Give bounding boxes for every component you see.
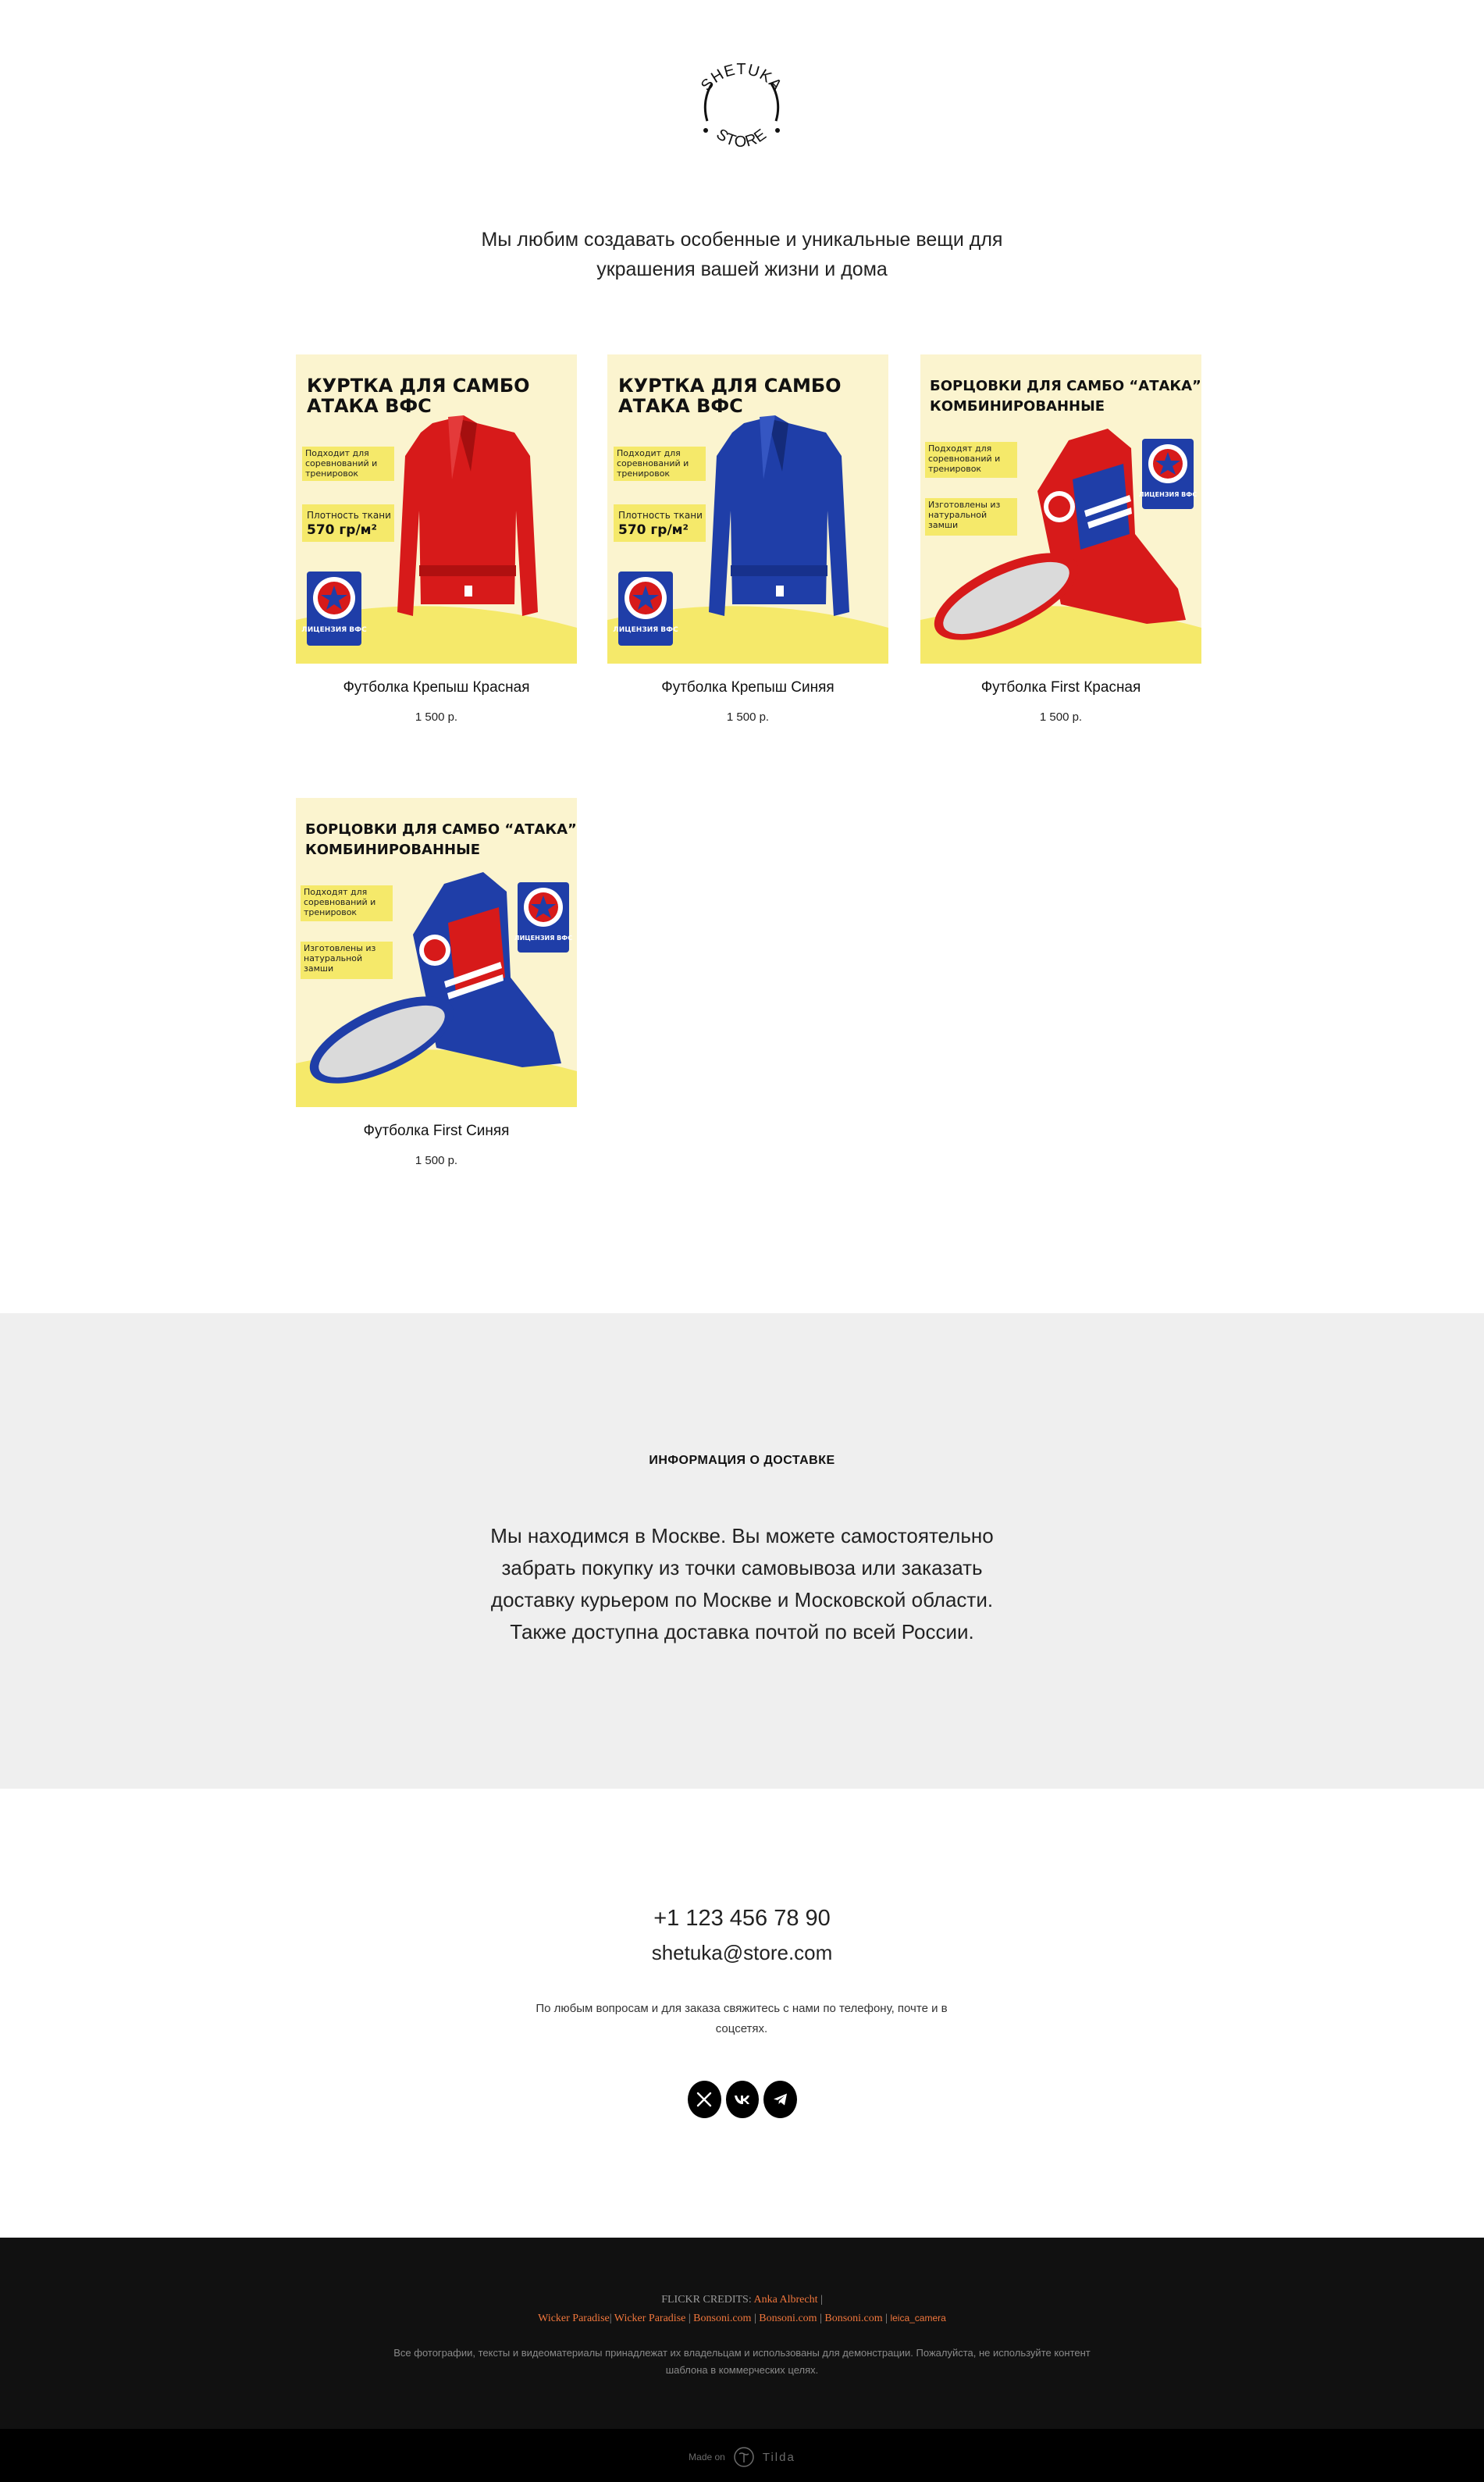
credit-link[interactable]: Bonsoni.com xyxy=(759,2313,817,2324)
credit-link[interactable]: Bonsoni.com xyxy=(824,2313,882,2324)
delivery-heading: ИНФОРМАЦИЯ О ДОСТАВКЕ xyxy=(649,1454,835,1467)
credit-link[interactable]: Wicker Paradise xyxy=(538,2313,610,2324)
product-image[interactable]: БОРЦОВКИ ДЛЯ САМБО “АТАКА” КОМБИНИРОВАНН… xyxy=(920,354,1201,664)
product-title[interactable]: Футболка Крепыш Красная xyxy=(296,679,577,696)
contact-email[interactable]: shetuka@store.com xyxy=(0,1941,1484,1965)
product-card[interactable]: КУРТКА ДЛЯ САМБО АТАКА ВФС Подходит для … xyxy=(296,354,577,724)
banner-title-1: КУРТКА ДЛЯ САМБО xyxy=(307,375,530,397)
telegram-icon xyxy=(773,2093,787,2106)
made-on-text: Made on xyxy=(689,2452,725,2462)
product-price: 1 500 р. xyxy=(415,1154,458,1167)
credit-link[interactable]: leica_camera xyxy=(890,2313,945,2324)
contact-phone[interactable]: +1 123 456 78 90 xyxy=(0,1906,1484,1932)
banner-title-2: КОМБИНИРОВАННЫЕ xyxy=(930,398,1105,415)
license-badge: ЛИЦЕНЗИЯ ВФС xyxy=(1139,491,1197,498)
product-image[interactable]: БОРЦОВКИ ДЛЯ САМБО “АТАКА” КОМБИНИРОВАНН… xyxy=(296,798,577,1107)
banner-title-2: АТАКА ВФС xyxy=(307,395,432,417)
banner-feature-2-label: Изготовлены из натуральной замши xyxy=(928,500,1001,530)
credits-label: FLICKR CREDITS: xyxy=(661,2294,752,2306)
delivery-section: ИНФОРМАЦИЯ О ДОСТАВКЕ Мы находимся в Мос… xyxy=(0,1313,1484,1789)
license-badge: ЛИЦЕНЗИЯ ВФС xyxy=(514,935,572,942)
made-on-tilda-link[interactable]: Made on Tilda xyxy=(0,2446,1484,2468)
flickr-credits: FLICKR CREDITS: Anka Albrecht | xyxy=(661,2294,823,2306)
product-image[interactable]: КУРТКА ДЛЯ САМБО АТАКА ВФС Подходит для … xyxy=(607,354,888,664)
credit-link[interactable]: Anka Albrecht xyxy=(753,2294,817,2306)
product-image[interactable]: КУРТКА ДЛЯ САМБО АТАКА ВФС Подходит для … xyxy=(296,354,577,664)
license-badge: ЛИЦЕНЗИЯ ВФС xyxy=(613,626,678,634)
product-price: 1 500 р. xyxy=(726,710,770,724)
product-price: 1 500 р. xyxy=(415,710,458,724)
tilda-text: Tilda xyxy=(762,2450,795,2464)
banner-feature-2-label: Плотность ткани xyxy=(307,510,391,521)
banner-title-2: АТАКА ВФС xyxy=(618,395,743,417)
banner-feature-1: Подходят для соревнований и тренировок xyxy=(304,887,376,917)
made-on-tilda-bar: Made on Tilda xyxy=(0,2429,1484,2482)
banner-feature-2-label: Изготовлены из натуральной замши xyxy=(304,943,376,974)
product-title[interactable]: Футболка First Красная xyxy=(920,679,1201,696)
product-title[interactable]: Футболка First Синяя xyxy=(296,1123,577,1140)
banner-feature-1: Подходит для соревнований и тренировок xyxy=(305,448,378,479)
product-card[interactable]: КУРТКА ДЛЯ САМБО АТАКА ВФС Подходит для … xyxy=(607,354,888,724)
vk-link[interactable] xyxy=(725,2081,760,2118)
tilda-logo-icon xyxy=(734,2447,754,2467)
product-price: 1 500 р. xyxy=(1039,710,1083,724)
banner-feature-2-value: 570 гр/м² xyxy=(307,522,377,538)
banner-title-1: КУРТКА ДЛЯ САМБО xyxy=(618,375,842,397)
banner-feature-2-label: Плотность ткани xyxy=(618,510,703,521)
banner-title-1: БОРЦОВКИ ДЛЯ САМБО “АТАКА” xyxy=(930,378,1201,394)
flickr-credits-continued: Wicker Paradise| Wicker Paradise | Bonso… xyxy=(538,2313,946,2324)
banner-feature-1: Подходят для соревнований и тренировок xyxy=(928,443,1001,474)
credit-link[interactable]: Wicker Paradise xyxy=(614,2313,686,2324)
x-icon xyxy=(697,2092,712,2107)
x-link[interactable] xyxy=(688,2081,721,2118)
product-card[interactable]: БОРЦОВКИ ДЛЯ САМБО “АТАКА” КОМБИНИРОВАНН… xyxy=(920,354,1201,724)
product-title[interactable]: Футболка Крепыш Синяя xyxy=(607,679,888,696)
product-grid: КУРТКА ДЛЯ САМБО АТАКА ВФС Подходит для … xyxy=(0,0,1484,1187)
banner-feature-2-value: 570 гр/м² xyxy=(618,522,689,538)
contact-note: По любым вопросам и для заказа свяжитесь… xyxy=(536,2002,948,2035)
vk-icon xyxy=(735,2096,749,2104)
product-card[interactable]: БОРЦОВКИ ДЛЯ САМБО “АТАКА” КОМБИНИРОВАНН… xyxy=(296,798,577,1167)
banner-feature-1: Подходит для соревнований и тренировок xyxy=(617,448,689,479)
delivery-text: Мы находимся в Москве. Вы можете самосто… xyxy=(490,1524,994,1643)
banner-title-1: БОРЦОВКИ ДЛЯ САМБО “АТАКА” xyxy=(305,821,577,838)
credit-link[interactable]: Bonsoni.com xyxy=(693,2313,751,2324)
footer: FLICKR CREDITS: Anka Albrecht | Wicker P… xyxy=(0,2238,1484,2429)
license-badge: ЛИЦЕНЗИЯ ВФС xyxy=(301,626,367,634)
social-links xyxy=(688,2081,798,2118)
footer-disclaimer: Все фотографии, тексты и видеоматериалы … xyxy=(393,2347,1091,2376)
banner-title-2: КОМБИНИРОВАННЫЕ xyxy=(305,842,480,858)
telegram-link[interactable] xyxy=(763,2081,798,2118)
